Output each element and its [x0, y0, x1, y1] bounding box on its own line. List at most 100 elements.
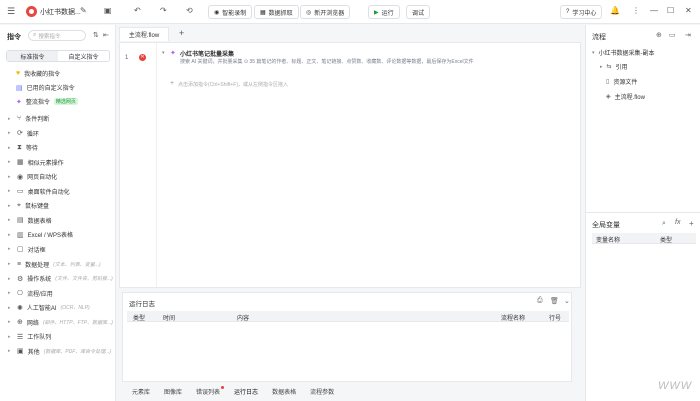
history-icon[interactable]: ⟲ [186, 6, 193, 15]
chevron-right-icon: ▸ [8, 159, 11, 166]
sidebar-category-item[interactable]: ▸ ▦ 相似元素操作 [8, 156, 64, 169]
right-panel: 流程 ⊕ ▭ ⇥ ▾ 小红书数据采集-副本 ▸ ⇆ 引用 ▯ 资源文件 ◈ 主流… [585, 25, 700, 401]
sidebar-item-used-custom[interactable]: ▤ 已用的自定义指令 [16, 81, 75, 94]
sidebar-title: 指令 [7, 34, 21, 41]
scrape-icon: ▦ [260, 9, 266, 16]
dialog-icon: ▢ [17, 246, 24, 254]
layers-icon: ◈ [606, 94, 611, 100]
chevron-right-icon: ▸ [8, 290, 11, 297]
more-icon: ▣ [17, 348, 24, 356]
panel-toggle-icon[interactable]: ⇤ [103, 31, 109, 39]
sidebar-category-item[interactable]: ▸ ⟳ 循环 [8, 127, 39, 140]
help-center-button[interactable]: ? 学习中心 [560, 5, 603, 19]
undo-icon[interactable]: ↶ [134, 6, 141, 15]
sidebar-category-item[interactable]: ▸ ▭ 桌面软件自动化 [8, 185, 70, 198]
sidebar-category-item[interactable]: ▸ ▥ Excel / WPS表格 [8, 228, 73, 241]
bell-icon[interactable]: 🔔 [610, 6, 620, 15]
curated-badge: 精选网页 [53, 98, 78, 105]
sidebar-category-hint: (OCR、NLP) [60, 305, 90, 312]
global-vars-divider [586, 212, 700, 213]
sidebar-category-item[interactable]: ▸ ▢ 对话框 [8, 243, 46, 256]
sidebar-category-item[interactable]: ▸ ⑂ 条件判断 [8, 112, 49, 125]
new-browser-button[interactable]: ◎ 新开浏览器 [300, 5, 351, 19]
sidebar-category-label: 条件判断 [25, 117, 50, 123]
chevron-right-icon: ▸ [8, 275, 11, 282]
tab-data-table[interactable]: 数据表格 [272, 387, 296, 396]
sidebar-category-label: 人工智能AI [26, 306, 57, 313]
sidebar-category-label: 网络 [26, 320, 39, 327]
collapse-log-icon[interactable]: ⌄ [564, 297, 570, 305]
redo-icon[interactable]: ↷ [160, 6, 167, 15]
tab-custom[interactable]: 自定义指令 [58, 51, 109, 61]
tab-run-log[interactable]: 运行日志 [234, 387, 258, 396]
tab-error-list[interactable]: 错误列表 [196, 385, 225, 396]
grid-icon: ▦ [17, 159, 24, 167]
debug-button[interactable]: 调试 [406, 5, 431, 19]
panel-collapse-icon[interactable]: ⇥ [685, 31, 691, 39]
flow-item-resources[interactable]: ▯ 资源文件 [606, 75, 637, 88]
var-col-type: 类型 [660, 238, 673, 244]
sidebar-item-curated[interactable]: ✦ 整流指令 精选网页 [16, 95, 78, 108]
add-step-icon[interactable]: + [170, 80, 174, 87]
flow-item-main[interactable]: ◈ 主流程.flow [606, 90, 645, 103]
help-icon: ? [566, 9, 570, 15]
step-icon: ✦ [170, 50, 176, 57]
sidebar-category-item[interactable]: ▸ ▤ 数据表格 [8, 214, 52, 227]
tab-main-flow[interactable]: 主流程.flow [119, 27, 169, 41]
magic-icon: ✦ [16, 98, 22, 106]
smart-record-button[interactable]: ◉ 智能录制 [208, 5, 253, 19]
save-icon[interactable]: ▣ [104, 6, 112, 15]
sidebar-category-label: 数据表格 [27, 218, 52, 225]
function-icon[interactable]: fx [675, 219, 680, 226]
minimize-icon[interactable]: — [650, 6, 658, 15]
play-icon: ▶ [374, 9, 379, 16]
sidebar-category-item[interactable]: ▸ ⧗ 等待 [8, 141, 38, 154]
var-col-name: 变量名称 [596, 238, 621, 244]
run-button[interactable]: ▶ 运行 [368, 5, 400, 19]
network-icon: ⊕ [17, 319, 23, 327]
log-col-content: 内容 [237, 316, 250, 322]
tab-standard[interactable]: 标准指令 [7, 51, 58, 61]
more-icon[interactable]: ⋮ [632, 6, 640, 15]
tab-element-lib[interactable]: 元素库 [132, 387, 150, 396]
add-step-hint[interactable]: 点击添加指令(Ctrl+Shift+F)，或从左侧指令区拖入 [178, 81, 288, 88]
sidebar-category-item[interactable]: ▸ ✺ 人工智能AI (OCR、NLP) [8, 301, 90, 314]
sidebar-category-item[interactable]: ▸ ⚙ 操作系统 (文件、文件夹、剪贴板...) [8, 272, 113, 285]
sidebar-category-item[interactable]: ▸ ⎔ 流程/应用 [8, 287, 53, 300]
export-log-icon[interactable]: ⎙ [537, 297, 543, 305]
flow-editor: 1 ✕ ▾ ✦ 小红书笔记批量采集 搜索 AI 关键词，并批量采集 ⊙ 35 篇… [119, 42, 581, 288]
add-var-icon[interactable]: + [689, 219, 694, 228]
maximize-icon[interactable]: ☐ [667, 6, 674, 15]
step-title[interactable]: 小红书笔记批量采集 [180, 49, 234, 58]
close-icon[interactable]: ✕ [685, 6, 692, 15]
vars-table-header: 变量名称 类型 [592, 233, 696, 244]
sidebar-category-item[interactable]: ▸ ≡ 数据处理 (文本、列表、变量...) [8, 258, 101, 271]
menu-icon[interactable]: ☰ [7, 6, 15, 17]
sidebar-item-favorites[interactable]: ♥ 我收藏的指令 [16, 67, 60, 80]
chevron-right-icon: ▸ [8, 246, 11, 253]
editor-tab-bar: 主流程.flow + [119, 27, 581, 41]
flow-root[interactable]: ▾ 小红书数据采集-副本 [592, 46, 655, 59]
sidebar-category-label: 操作系统 [27, 277, 52, 284]
collapse-icon[interactable]: ⇅ [93, 31, 99, 39]
add-tab-button[interactable]: + [179, 28, 184, 38]
sidebar-category-item[interactable]: ▸ ☰ 工作队列 [8, 330, 51, 343]
log-col-flow: 流程名称 [501, 316, 526, 322]
sidebar-category-item[interactable]: ▸ ▣ 其他 (数据库、PDF、库命令处理...) [8, 345, 111, 358]
edit-title-icon[interactable]: ✎ [80, 6, 87, 15]
search-input[interactable]: ⌕ 搜索指令 [28, 30, 86, 41]
sidebar-category-item[interactable]: ▸ ⊕ 网络 (邮件、HTTP、FTP、数据库...) [8, 316, 113, 329]
folder-add-icon[interactable]: ▭ [669, 31, 676, 39]
tab-image-lib[interactable]: 图像库 [164, 387, 182, 396]
clear-log-icon[interactable]: 🗑 [550, 297, 559, 305]
log-col-line: 行号 [549, 316, 562, 322]
sidebar-category-item[interactable]: ▸ ⌖ 鼠标键盘 [8, 199, 49, 212]
sidebar-category-label: 工作队列 [27, 335, 52, 342]
tab-flow-params[interactable]: 流程参数 [310, 387, 334, 396]
sidebar-category-item[interactable]: ▸ ◉ 网页自动化 [8, 170, 57, 183]
add-flow-icon[interactable]: ⊕ [656, 31, 662, 39]
data-scrape-button[interactable]: ▦ 数据抓取 [254, 5, 299, 19]
step-collapse-icon[interactable]: ▾ [162, 50, 165, 56]
search-var-icon[interactable]: ⌕ [662, 220, 666, 228]
flow-item-reference[interactable]: ▸ ⇆ 引用 [600, 60, 628, 73]
